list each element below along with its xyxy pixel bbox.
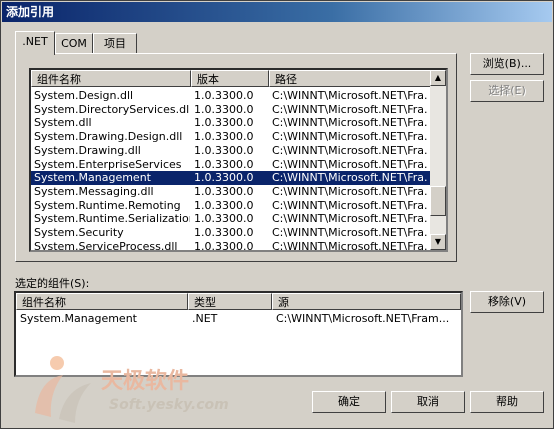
table-row[interactable]: System.ServiceProcess.dll 1.0.3300.0 C:\WI… [31,239,430,252]
table-row[interactable]: System.Messaging.dll 1.0.3300.0 C:\WINNT\M… [31,185,430,199]
component-path: C:\WINNT\Microsoft.NET\Fra... [272,226,428,239]
component-list[interactable]: 组件名称 版本 路径 System.Design.dll 1.0.3300.0 C:… [29,68,448,252]
column-header-source[interactable]: 源 [272,293,461,310]
component-path: C:\WINNT\Microsoft.NET\Fra... [272,143,428,157]
component-version: 1.0.3300.0 [194,226,254,239]
selected-components-label: 选定的组件(S): [15,277,90,290]
table-row[interactable]: System.Design.dll 1.0.3300.0 C:\WINNT\Micr… [31,89,430,103]
watermark-logo-icon [35,356,91,423]
tab-projects[interactable]: 项目 [93,33,137,53]
component-version: 1.0.3300.0 [194,143,254,157]
selected-type: .NET [192,312,218,325]
component-path: C:\WINNT\Microsoft.NET\Fra... [272,130,428,144]
table-row[interactable]: System.Runtime.Serialization.... 1.0.3300… [31,212,430,226]
table-row[interactable]: System.Security 1.0.3300.0 C:\WINNT\Micros… [31,226,430,240]
component-version: 1.0.3300.0 [194,130,254,144]
component-version: 1.0.3300.0 [194,198,254,212]
component-name: System.EnterpriseServices [34,157,182,171]
component-name: System.Design.dll [34,89,134,102]
watermark-subtext: Soft.yesky.com [109,397,229,413]
column-header-name[interactable]: 组件名称 [31,70,191,87]
component-name: System.Security [34,226,124,239]
table-row[interactable]: System.Management 1.0.3300.0 C:\WINNT\Micr… [31,171,430,186]
table-row[interactable]: System.EnterpriseServices 1.0.3300.0 C:\WI… [31,158,430,172]
tab-com[interactable]: COM [55,33,93,53]
watermark-text: 天极软件 [101,369,190,394]
table-row[interactable]: System.Drawing.dll 1.0.3300.0 C:\WINNT\Mic… [31,144,430,158]
column-header-version[interactable]: 版本 [191,70,269,87]
component-name: System.Runtime.Serialization.... [34,212,190,226]
table-row[interactable]: System.dll 1.0.3300.0 C:\WINNT\Microsoft.N… [31,116,430,130]
component-version: 1.0.3300.0 [194,239,254,252]
component-path: C:\WINNT\Microsoft.NET\Fra... [272,116,428,130]
selected-source: C:\WINNT\Microsoft.NET\Fram... [276,312,450,325]
component-path: C:\WINNT\Microsoft.NET\Fra... [272,239,428,252]
component-version: 1.0.3300.0 [194,212,254,226]
component-name: System.ServiceProcess.dll [34,239,178,252]
column-header-name[interactable]: 组件名称 [16,293,188,310]
column-header-path[interactable]: 路径 [269,70,432,87]
table-row[interactable]: System.Management .NET C:\WINNT\Microsof… [16,312,461,326]
component-path: C:\WINNT\Microsoft.NET\Fra... [272,198,428,212]
component-name: System.Runtime.Remoting [34,198,181,212]
component-path: C:\WINNT\Microsoft.NET\Fra... [272,102,428,116]
component-name: System.Drawing.Design.dll [34,130,183,144]
component-path: C:\WINNT\Microsoft.NET\Fra... [272,171,428,185]
component-name: System.Messaging.dll [34,184,154,198]
scroll-up-icon[interactable]: ▲ [430,70,446,86]
table-row[interactable]: System.DirectoryServices.dll 1.0.3300.0 C:… [31,103,430,117]
component-name: System.DirectoryServices.dll [34,102,190,116]
component-version: 1.0.3300.0 [194,116,254,130]
component-name: System.dll [34,116,92,130]
cancel-button[interactable]: 取消 [391,391,465,413]
remove-button[interactable]: 移除(V) [470,291,544,313]
tab-panel: 组件名称 版本 路径 System.Design.dll 1.0.3300.0 C:… [15,53,457,262]
component-path: C:\WINNT\Microsoft.NET\Fra... [272,212,428,226]
component-version: 1.0.3300.0 [194,102,254,116]
select-button[interactable]: 选择(E) [470,80,544,102]
help-button[interactable]: 帮助 [470,391,544,413]
selected-name: System.Management [20,312,137,325]
component-version: 1.0.3300.0 [194,89,254,102]
component-path: C:\WINNT\Microsoft.NET\Fra... [272,89,428,102]
component-name: System.Drawing.dll [34,143,141,157]
scroll-thumb[interactable] [430,186,446,216]
component-version: 1.0.3300.0 [194,171,254,185]
component-path: C:\WINNT\Microsoft.NET\Fra... [272,184,428,198]
tab-dotnet[interactable]: .NET [15,31,55,55]
column-header-type[interactable]: 类型 [188,293,272,310]
component-version: 1.0.3300.0 [194,157,254,171]
browse-button[interactable]: 浏览(B)... [470,53,544,75]
table-row[interactable]: System.Runtime.Remoting 1.0.3300.0 C:\WINN… [31,199,430,213]
component-scrollbar[interactable]: ▲ ▼ [430,70,446,250]
table-row[interactable]: System.Drawing.Design.dll 1.0.3300.0 C:\WI… [31,130,430,144]
watermark: 天极软件 Soft.yesky.com [25,353,229,429]
window-title: 添加引用 [2,2,552,22]
ok-button[interactable]: 确定 [312,391,386,413]
component-version: 1.0.3300.0 [194,184,254,198]
component-name: System.Management [34,171,151,185]
component-path: C:\WINNT\Microsoft.NET\Fra... [272,157,428,171]
add-reference-dialog: 添加引用 .NET COM 项目 组件名称 版本 路径 System.Desig… [0,0,554,429]
scroll-down-icon[interactable]: ▼ [430,234,446,250]
